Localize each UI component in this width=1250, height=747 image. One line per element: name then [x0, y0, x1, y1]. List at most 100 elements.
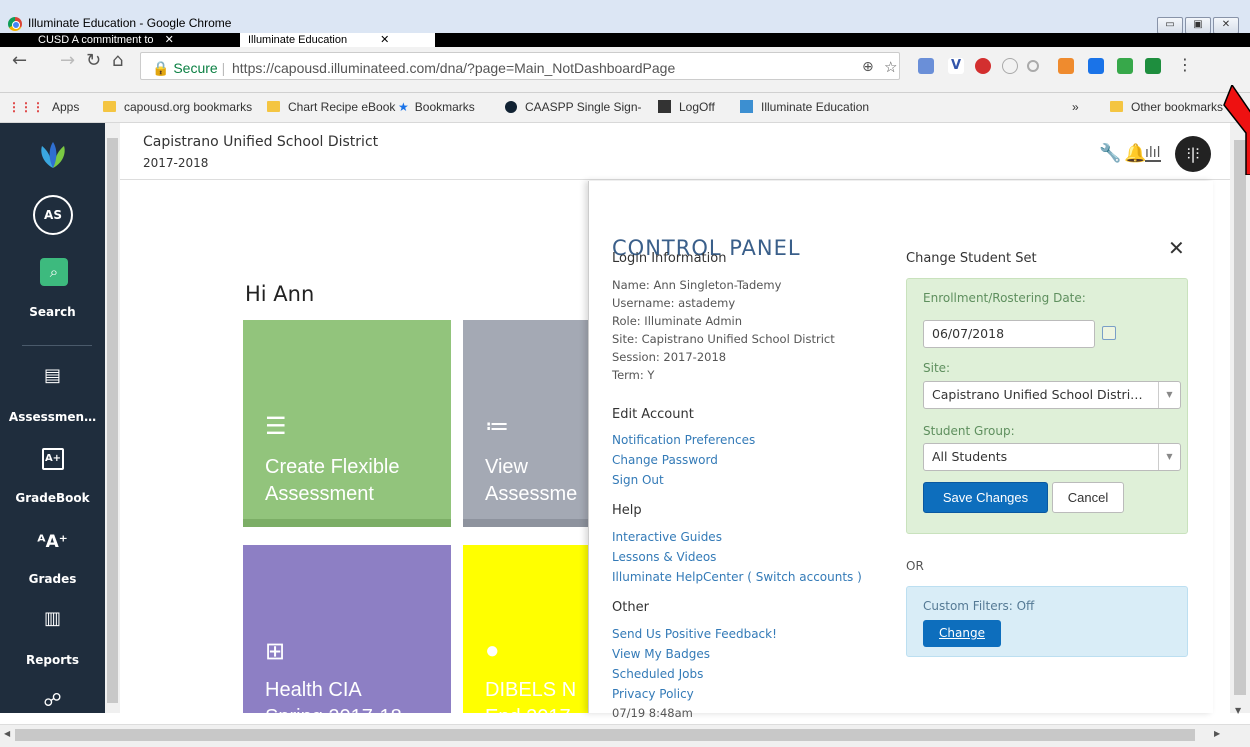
school-year: 2017-2018: [143, 156, 209, 170]
sidebar-item-grades[interactable]: Grades: [0, 572, 105, 586]
control-panel-icon[interactable]: ⫶|⫶: [1175, 136, 1211, 172]
notification-preferences-link[interactable]: Notification Preferences: [612, 430, 755, 450]
reports-icon[interactable]: ▥: [0, 608, 105, 629]
adblock-icon[interactable]: [975, 58, 991, 74]
save-changes-button[interactable]: Save Changes: [923, 482, 1048, 513]
change-filters-button[interactable]: Change: [923, 620, 1001, 647]
scroll-left-icon[interactable]: ◀: [4, 729, 10, 738]
tile-dibels[interactable]: ● DIBELS N End 2017-: [463, 545, 588, 713]
bookmark-label: Other bookmarks: [1131, 100, 1224, 114]
secure-indicator[interactable]: 🔒 Secure |: [152, 60, 225, 77]
badges-link[interactable]: View My Badges: [612, 644, 777, 664]
bookmark-chart-recipe[interactable]: Chart Recipe eBook: [267, 100, 395, 114]
sidebar-item-reports[interactable]: Reports: [0, 653, 105, 667]
help-links: Interactive Guides Lessons & Videos Illu…: [612, 527, 862, 587]
scheduled-jobs-link[interactable]: Scheduled Jobs: [612, 664, 777, 684]
chart-icon[interactable]: ılıl: [1145, 146, 1161, 162]
minimize-button[interactable]: ▭: [1157, 17, 1183, 34]
maximize-button[interactable]: ▣: [1185, 17, 1211, 34]
extension-icon[interactable]: [1088, 58, 1104, 74]
extension-icon[interactable]: V: [948, 58, 964, 74]
people-icon[interactable]: ☍: [0, 690, 105, 711]
avatar[interactable]: AS: [33, 195, 73, 235]
edit-account-heading: Edit Account: [612, 407, 694, 422]
extension-icon[interactable]: [1002, 58, 1018, 74]
menu-kebab-icon[interactable]: ⋮: [1177, 55, 1193, 74]
login-heading: Login Information: [612, 251, 727, 266]
sidebar-scroll-thumb[interactable]: [107, 138, 118, 703]
back-icon[interactable]: ←: [12, 50, 27, 71]
close-icon[interactable]: ✕: [1168, 236, 1185, 260]
sidebar-item-search[interactable]: Search: [0, 305, 105, 319]
tile-title: Assessment: [265, 483, 374, 505]
tile-health-cia[interactable]: ⊞ Health CIA Spring 2017-18: [243, 545, 451, 713]
window-title: Illuminate Education - Google Chrome: [28, 16, 232, 30]
bookmark-other[interactable]: Other bookmarks: [1110, 100, 1223, 114]
document-icon[interactable]: ▤: [0, 365, 105, 386]
sidebar-item-assessments[interactable]: Assessmen…: [0, 410, 105, 424]
tab-illuminate[interactable]: Illuminate Education ✕: [240, 33, 435, 47]
lessons-videos-link[interactable]: Lessons & Videos: [612, 547, 862, 567]
reload-icon[interactable]: ↻: [86, 50, 101, 71]
extension-icon[interactable]: [1027, 60, 1039, 72]
tab-label: CUSD A commitment to: [38, 34, 154, 46]
forward-icon[interactable]: →: [60, 50, 75, 71]
bookmark-illuminate[interactable]: Illuminate Education: [740, 100, 869, 114]
date-input[interactable]: 06/07/2018: [923, 320, 1095, 348]
bookmarks-overflow[interactable]: »: [1072, 100, 1079, 114]
student-group-select[interactable]: All Students ▼: [923, 443, 1181, 471]
bell-icon[interactable]: 🔔: [1124, 143, 1146, 164]
scroll-right-icon[interactable]: ▶: [1214, 729, 1220, 738]
logoff-icon: [658, 100, 671, 113]
change-password-link[interactable]: Change Password: [612, 450, 755, 470]
sidebar-item-gradebook[interactable]: GradeBook: [0, 491, 105, 505]
star-icon[interactable]: ☆: [884, 58, 897, 76]
red-arrow-annotation: [1223, 85, 1250, 175]
edit-links: Notification Preferences Change Password…: [612, 430, 755, 490]
tile-title: DIBELS N: [485, 679, 577, 701]
home-icon[interactable]: ⌂: [112, 50, 123, 71]
greeting: Hi Ann: [245, 282, 315, 306]
bookmark-bookmarks[interactable]: ★ Bookmarks: [398, 100, 475, 114]
folder-icon: [103, 101, 116, 112]
close-tab-icon[interactable]: ✕: [165, 34, 174, 46]
calendar-icon[interactable]: [1102, 326, 1116, 340]
bookmark-label: capousd.org bookmarks: [124, 100, 253, 114]
horizontal-scroll-thumb[interactable]: [15, 729, 1195, 741]
extension-icon[interactable]: [1117, 58, 1133, 74]
extension-icon[interactable]: [1145, 58, 1161, 74]
gradebook-icon[interactable]: A+: [42, 448, 64, 470]
tile-create-flexible-assessment[interactable]: ☰ Create Flexible Assessment: [243, 320, 451, 527]
helpcenter-link[interactable]: Illuminate HelpCenter ( Switch accounts …: [612, 567, 862, 587]
extension-icon[interactable]: [1058, 58, 1074, 74]
bookmark-apps[interactable]: ⋮⋮⋮ Apps: [8, 100, 79, 114]
bookmark-caaspp[interactable]: CAASPP Single Sign-: [505, 100, 642, 114]
grades-icon[interactable]: ᴬA⁺: [0, 532, 105, 552]
page-scroll-thumb[interactable]: [1234, 140, 1246, 695]
feedback-link[interactable]: Send Us Positive Feedback!: [612, 624, 777, 644]
close-window-button[interactable]: ✕: [1213, 17, 1239, 34]
wrench-icon[interactable]: 🔧: [1099, 143, 1121, 164]
privacy-policy-link[interactable]: Privacy Policy: [612, 684, 777, 704]
interactive-guides-link[interactable]: Interactive Guides: [612, 527, 862, 547]
sidebar-divider: [22, 345, 92, 346]
illuminate-favicon: [740, 100, 753, 113]
url-text[interactable]: https://capousd.illuminateed.com/dna/?pa…: [232, 60, 675, 76]
close-tab-icon[interactable]: ✕: [380, 34, 389, 46]
cancel-button[interactable]: Cancel: [1052, 482, 1124, 513]
tab-cusd[interactable]: CUSD A commitment to ✕: [30, 33, 240, 47]
scroll-down-icon[interactable]: ▼: [1235, 706, 1241, 715]
tile-view-assessments[interactable]: ≔ View Assessme: [463, 320, 588, 527]
bookmark-logoff[interactable]: LogOff: [658, 100, 715, 114]
site-select[interactable]: Capistrano Unified School Distri… ▼: [923, 381, 1181, 409]
bookmark-label: CAASPP Single Sign-: [525, 100, 642, 114]
sign-out-link[interactable]: Sign Out: [612, 470, 755, 490]
zoom-icon[interactable]: ⊕: [862, 59, 874, 75]
login-username: Username: astademy: [612, 296, 736, 310]
search-icon[interactable]: ⌕: [40, 258, 68, 286]
extension-icon[interactable]: [918, 58, 934, 74]
illuminate-logo[interactable]: [36, 140, 70, 170]
login-session: Session: 2017-2018: [612, 350, 727, 364]
folder-icon: [267, 101, 280, 112]
bookmark-capousd[interactable]: capousd.org bookmarks: [103, 100, 252, 114]
